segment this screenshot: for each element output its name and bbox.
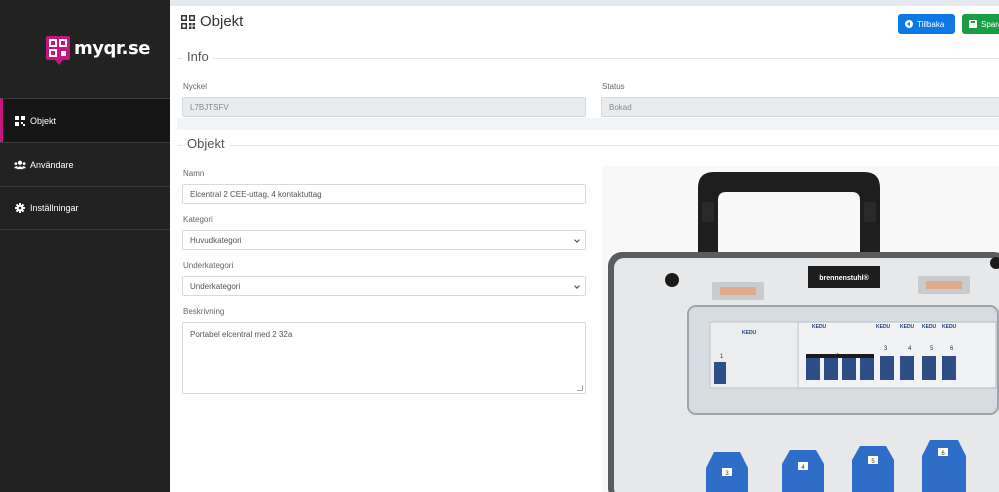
qr-icon [181, 14, 195, 29]
back-button[interactable]: Tillbaka [898, 14, 955, 34]
description-label: Beskrivning [183, 307, 225, 316]
brand-logo[interactable]: myqr.se [46, 36, 150, 65]
page-title-text: Objekt [200, 13, 244, 30]
top-bar [170, 0, 999, 6]
brand-name: myqr.se [74, 37, 150, 59]
breaker-brand-1: KEDU [742, 330, 757, 336]
floppy-disk-icon [969, 20, 977, 28]
sidebar-item-label: Inställningar [30, 203, 79, 213]
info-legend: Info [183, 49, 213, 64]
product-image: brennenstuhl® KEDU KEDU KEDU KEDU KEDU K… [602, 166, 999, 492]
users-icon [14, 160, 26, 170]
sidebar-nav: Objekt Användare Inställningar [0, 98, 170, 230]
breaker-brand-5: KEDU [922, 324, 937, 330]
sidebar-item-objekt[interactable]: Objekt [0, 98, 170, 142]
breaker-brand-3: KEDU [876, 324, 891, 330]
category-select[interactable]: Huvudkategori [182, 230, 586, 250]
save-button-label: Spara [981, 19, 999, 29]
sidebar-item-anvandare[interactable]: Användare [0, 142, 170, 186]
section-separator [177, 118, 999, 130]
back-button-label: Tillbaka [917, 19, 945, 29]
subcategory-select[interactable]: Underkategori [182, 276, 586, 296]
gear-icon [14, 203, 26, 213]
arrow-left-circle-icon [905, 20, 913, 28]
category-label: Kategori [183, 215, 213, 224]
save-button[interactable]: Spara [962, 14, 999, 34]
breaker-brand-4: KEDU [900, 324, 915, 330]
breaker-brand-2: KEDU [812, 324, 827, 330]
key-field: L7BJTSFV [182, 97, 586, 117]
sidebar-item-installningar[interactable]: Inställningar [0, 186, 170, 230]
name-label: Namn [183, 169, 205, 178]
status-label: Status [602, 82, 625, 91]
qr-icon [14, 115, 26, 126]
object-divider [177, 145, 999, 146]
brand-plate-text: brennenstuhl® [819, 274, 869, 282]
status-field: Bokad [601, 97, 999, 117]
subcategory-label: Underkategori [183, 261, 234, 270]
description-textarea[interactable]: Portabel elcentral med 2 32a [182, 322, 586, 394]
name-input[interactable]: Elcentral 2 CEE-uttag, 4 kontaktuttag [182, 184, 586, 204]
sidebar-item-label: Objekt [30, 115, 57, 126]
sidebar-item-label: Användare [30, 159, 74, 170]
qr-logo-icon [46, 36, 70, 65]
info-divider [177, 58, 999, 59]
breaker-brand-6: KEDU [942, 324, 957, 330]
page-title: Objekt [181, 13, 243, 30]
object-legend: Objekt [183, 136, 229, 151]
sidebar: myqr.se Objekt Användare Inställningar [0, 0, 170, 492]
key-label: Nyckel [183, 82, 208, 91]
